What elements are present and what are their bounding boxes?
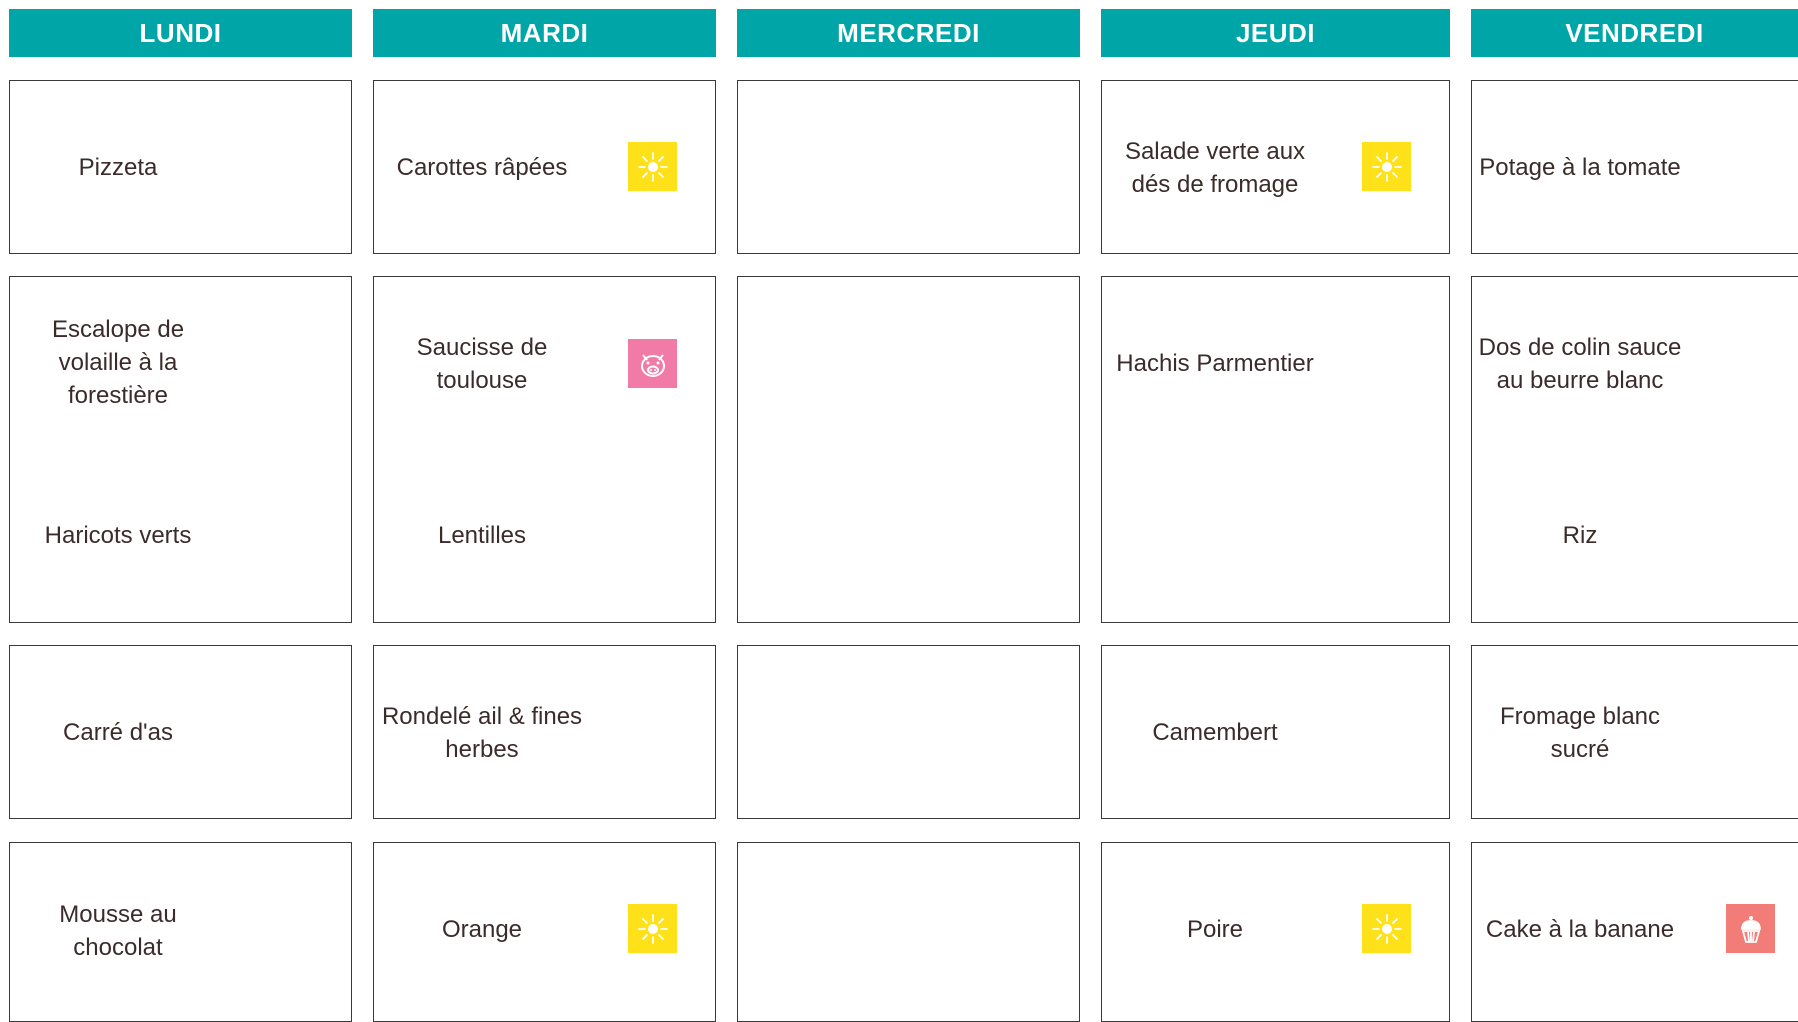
day-label: MERCREDI xyxy=(837,17,980,48)
dish-name: Mousse au chocolat xyxy=(59,901,177,961)
dish-name: Fromage blanc sucré xyxy=(1499,703,1661,763)
menu-cell-lundi-entree: Pizzeta xyxy=(9,80,352,254)
menu-cell-jeudi-plat: Hachis Parmentier xyxy=(1101,276,1450,623)
dish-name: Escalope de volaille à la forestière xyxy=(51,316,185,409)
day-header-vendredi: VENDREDI xyxy=(1471,9,1798,57)
menu-cell-lundi-plat: Escalope de volaille à la forestière Har… xyxy=(9,276,352,623)
side-dish-name: Haricots verts xyxy=(44,522,192,549)
menu-cell-jeudi-entree: Salade verte aux dés de fromage xyxy=(1101,80,1450,254)
menu-cell-vendredi-fromage: Fromage blanc sucré xyxy=(1471,645,1798,819)
menu-cell-mardi-plat: Saucisse de toulouse Lentilles xyxy=(373,276,716,623)
menu-cell-jeudi-dessert: Poire xyxy=(1101,842,1450,1022)
day-header-mercredi: MERCREDI xyxy=(737,9,1080,57)
dish-name: Dos de colin sauce au beurre blanc xyxy=(1478,334,1682,394)
day-header-lundi: LUNDI xyxy=(9,9,352,57)
menu-cell-mercredi-plat xyxy=(737,276,1080,623)
dish-name: Poire xyxy=(1186,916,1244,943)
menu-cell-vendredi-dessert: Cake à la banane xyxy=(1471,842,1798,1022)
menu-cell-vendredi-plat: Dos de colin sauce au beurre blanc Riz xyxy=(1471,276,1798,623)
day-label: VENDREDI xyxy=(1565,17,1704,48)
dish-name: Hachis Parmentier xyxy=(1116,350,1314,377)
sun-icon xyxy=(628,904,677,953)
dish-name: Rondelé ail & fines herbes xyxy=(381,703,583,763)
menu-cell-jeudi-fromage: Camembert xyxy=(1101,645,1450,819)
day-label: LUNDI xyxy=(139,17,222,48)
cupcake-icon xyxy=(1726,904,1775,953)
menu-cell-mercredi-fromage xyxy=(737,645,1080,819)
menu-cell-mardi-entree: Carottes râpées xyxy=(373,80,716,254)
menu-cell-mardi-fromage: Rondelé ail & fines herbes xyxy=(373,645,716,819)
dish-name: Pizzeta xyxy=(78,154,158,181)
day-label: MARDI xyxy=(500,17,589,48)
dish-name: Salade verte aux dés de fromage xyxy=(1124,138,1306,198)
dish-name: Orange xyxy=(441,916,523,943)
dish-name: Carottes râpées xyxy=(396,154,568,181)
menu-cell-mardi-dessert: Orange xyxy=(373,842,716,1022)
sun-icon xyxy=(1362,142,1411,191)
menu-cell-lundi-dessert: Mousse au chocolat xyxy=(9,842,352,1022)
day-header-jeudi: JEUDI xyxy=(1101,9,1450,57)
day-header-mardi: MARDI xyxy=(373,9,716,57)
dish-name: Camembert xyxy=(1152,719,1278,746)
menu-cell-lundi-fromage: Carré d'as xyxy=(9,645,352,819)
dish-name: Carré d'as xyxy=(63,719,173,746)
menu-cell-vendredi-entree: Potage à la tomate xyxy=(1471,80,1798,254)
dish-name: Cake à la banane xyxy=(1485,916,1675,943)
side-dish-name: Riz xyxy=(1562,522,1598,549)
side-dish-name: Lentilles xyxy=(437,522,527,549)
pig-icon xyxy=(628,339,677,388)
menu-cell-mercredi-entree xyxy=(737,80,1080,254)
sun-icon xyxy=(628,142,677,191)
dish-name: Potage à la tomate xyxy=(1479,154,1681,181)
menu-cell-mercredi-dessert xyxy=(737,842,1080,1022)
sun-icon xyxy=(1362,904,1411,953)
dish-name: Saucisse de toulouse xyxy=(416,334,548,394)
day-label: JEUDI xyxy=(1235,17,1316,48)
